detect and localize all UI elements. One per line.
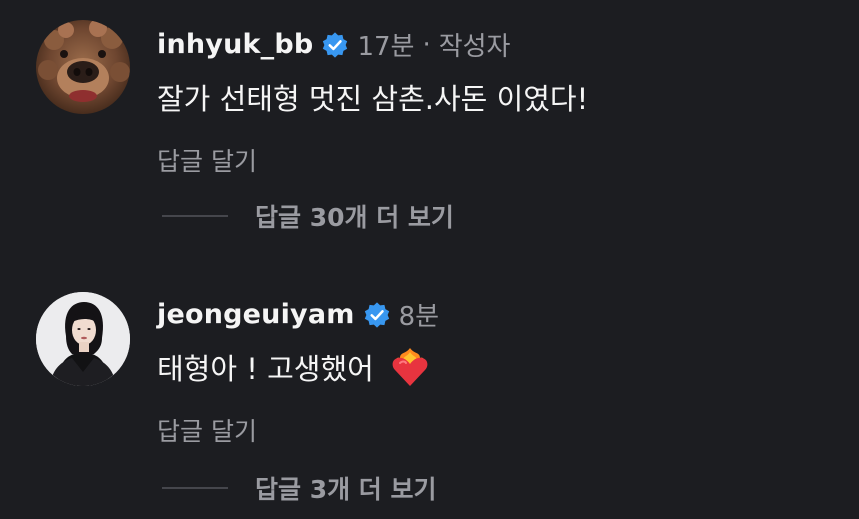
heart-on-fire-icon xyxy=(390,346,430,388)
comments-panel: inhyuk_bb 17분 · 작성자 잘가 선태형 멋진 삼촌.사돈 이였다!… xyxy=(0,0,859,519)
comment-text: 잘가 선태형 멋진 삼촌.사돈 이였다! xyxy=(157,76,588,118)
timestamp: 17분 xyxy=(357,32,415,62)
view-more-replies-button[interactable]: 답글 30개 더 보기 xyxy=(162,198,454,234)
comment-text-content: 잘가 선태형 멋진 삼촌.사돈 이였다! xyxy=(157,82,589,116)
view-more-replies-label: 답글 30개 더 보기 xyxy=(255,203,454,232)
reply-button[interactable]: 답글 달기 xyxy=(157,142,257,178)
comment-item: jeongeuiyam 8분 태형아 ! 고생했어 답글 달기 답글 3개 더 … xyxy=(0,250,859,519)
view-more-replies-button[interactable]: 답글 3개 더 보기 xyxy=(162,470,437,506)
comment-text-content: 태형아 ! 고생했어 xyxy=(157,352,374,386)
comment-header: inhyuk_bb 17분 · 작성자 xyxy=(157,26,510,63)
comment-text: 태형아 ! 고생했어 xyxy=(157,346,430,388)
comment-item: inhyuk_bb 17분 · 작성자 잘가 선태형 멋진 삼촌.사돈 이였다!… xyxy=(0,0,859,250)
username[interactable]: inhyuk_bb xyxy=(157,29,313,60)
separator-dot: · xyxy=(422,29,431,60)
woman-avatar-icon xyxy=(36,292,130,386)
timestamp: 8분 xyxy=(398,302,440,332)
verified-badge-icon xyxy=(321,31,349,59)
view-more-replies-label: 답글 3개 더 보기 xyxy=(255,475,437,504)
avatar[interactable] xyxy=(36,292,130,386)
username[interactable]: jeongeuiyam xyxy=(157,299,355,330)
thread-line xyxy=(162,215,228,217)
verified-badge-icon xyxy=(363,301,391,329)
comment-header: jeongeuiyam 8분 xyxy=(157,296,439,333)
reply-button[interactable]: 답글 달기 xyxy=(157,412,257,448)
thread-line xyxy=(162,487,228,489)
author-badge: 작성자 xyxy=(438,32,511,62)
avatar[interactable] xyxy=(36,20,130,114)
dog-avatar-icon xyxy=(36,20,130,114)
